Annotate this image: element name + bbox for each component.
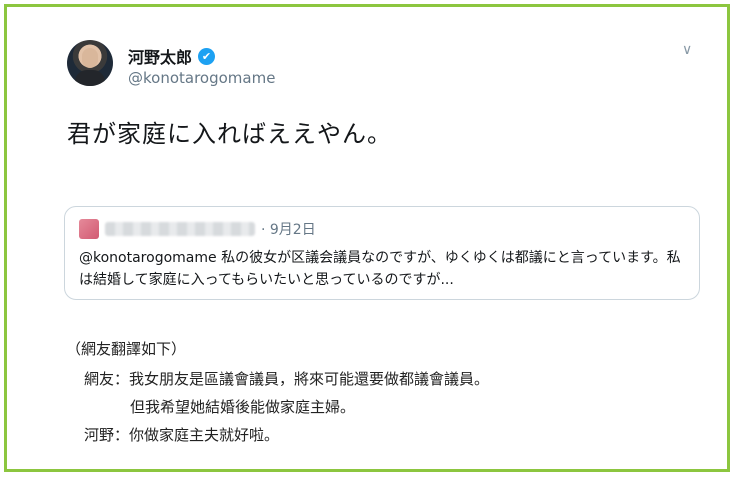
avatar-suit bbox=[75, 70, 105, 86]
quoted-date: · 9月2日 bbox=[261, 222, 316, 238]
author-name[interactable]: 河野太郎 bbox=[128, 44, 192, 68]
notes-line-netizen: 網友：我女朋友是區議會議員，將來可能還要做都議會議員。 bbox=[84, 370, 490, 388]
tweet-card: 河野太郎 ✔ @konotarogomame ∨ 君が家庭に入ればええやん。 ·… bbox=[46, 24, 724, 329]
quoted-text: @konotarogomame 私の彼女が区議会議員なのですが、ゆくゆくは都議に… bbox=[79, 250, 681, 288]
author-handle[interactable]: @konotarogomame bbox=[128, 69, 275, 87]
chevron-down-icon[interactable]: ∨ bbox=[682, 42, 692, 58]
notes-heading: （網友翻譯如下） bbox=[66, 340, 187, 358]
blurred-username bbox=[105, 222, 255, 236]
quoted-avatar bbox=[79, 219, 99, 239]
tweet-text: 君が家庭に入ればええやん。 bbox=[67, 120, 392, 148]
avatar-face bbox=[82, 48, 98, 68]
notes-line-kono: 河野：你做家庭主夫就好啦。 bbox=[84, 426, 280, 444]
author-row: 河野太郎 ✔ bbox=[128, 44, 216, 68]
avatar[interactable] bbox=[67, 40, 113, 86]
notes-line-continued: 但我希望她結婚後能做家庭主婦。 bbox=[130, 398, 356, 416]
quoted-tweet[interactable]: · 9月2日 @konotarogomame 私の彼女が区議会議員なのですが、ゆ… bbox=[64, 206, 700, 300]
quoted-header: · 9月2日 bbox=[79, 219, 316, 239]
verified-icon: ✔ bbox=[198, 47, 216, 65]
